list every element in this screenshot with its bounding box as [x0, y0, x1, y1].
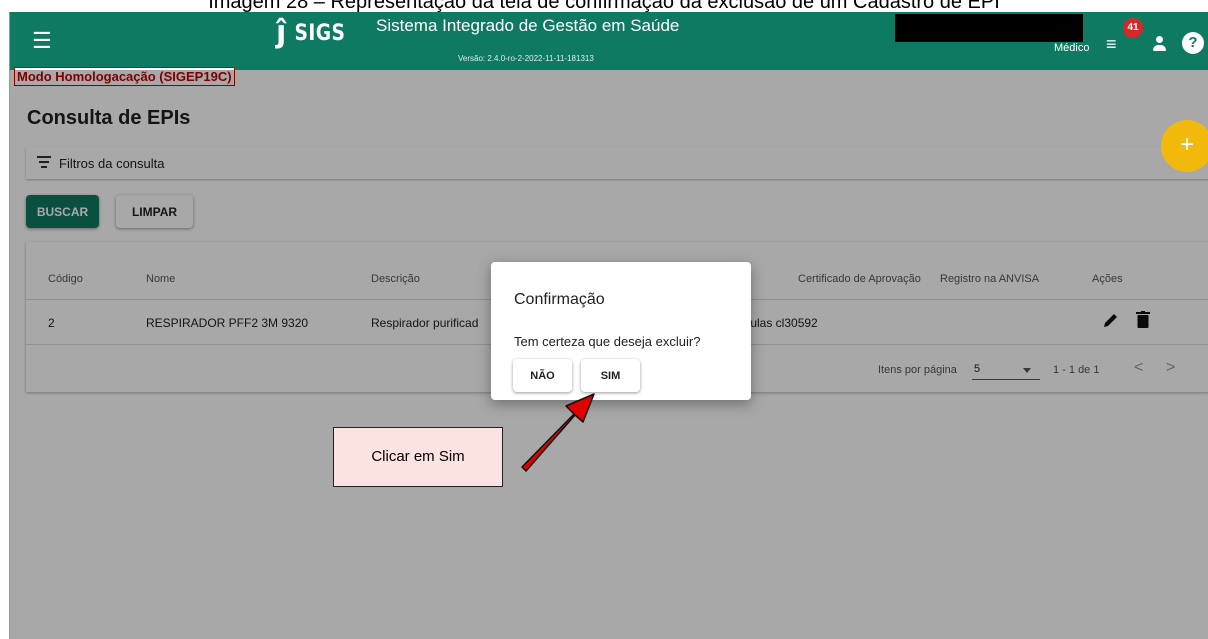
menu-icon[interactable]: ☰: [32, 30, 52, 52]
top-app-bar: ☰ ĵ SIGS Sistema Integrado de Gestão em …: [10, 12, 1208, 70]
confirmation-dialog: Confirmação Tem certeza que deseja exclu…: [491, 262, 751, 400]
notification-badge: 41: [1123, 18, 1143, 38]
dialog-title: Confirmação: [514, 291, 605, 308]
yes-button[interactable]: SIM: [581, 359, 640, 392]
app-version: Versão: 2.4.0-ro-2-2022-11-11-181313: [458, 54, 594, 63]
add-button[interactable]: +: [1161, 120, 1208, 172]
user-role: Médico: [1054, 42, 1090, 54]
tasks-icon[interactable]: ≡: [1106, 34, 1117, 55]
logo-text: SIGS: [294, 20, 346, 46]
app-window: ☰ ĵ SIGS Sistema Integrado de Gestão em …: [9, 12, 1208, 639]
app-title: Sistema Integrado de Gestão em Saúde: [376, 16, 680, 35]
no-button[interactable]: NÃO: [513, 359, 572, 392]
dialog-message: Tem certeza que deseja excluir?: [514, 334, 701, 349]
sigs-logo: ĵ SIGS: [276, 18, 350, 48]
help-icon[interactable]: ?: [1182, 32, 1204, 54]
user-icon[interactable]: [1152, 36, 1166, 52]
instruction-callout: Clicar em Sim: [333, 427, 503, 487]
logo-mark: ĵ: [276, 15, 287, 50]
redacted-user-name: [895, 14, 1083, 42]
